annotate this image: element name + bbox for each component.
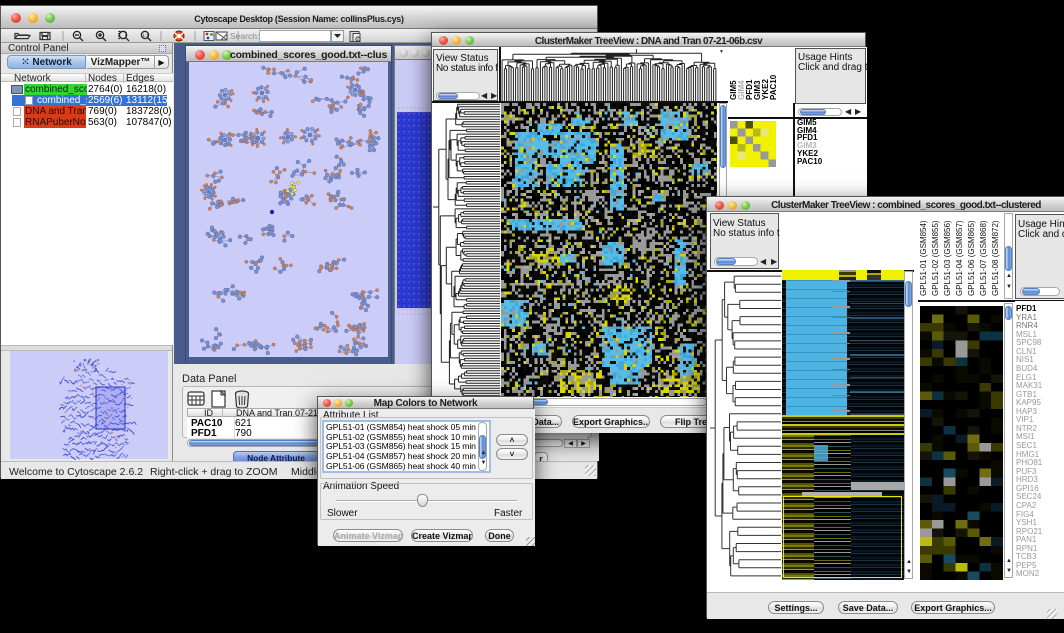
svg-text:PAC10: PAC10 xyxy=(769,74,778,100)
svg-text:GPL51-01 (GSM854): GPL51-01 (GSM854) xyxy=(919,220,928,296)
svg-text:Search:: Search: xyxy=(230,31,259,41)
svg-text:GPL51-07 (GSM868): GPL51-07 (GSM868) xyxy=(979,220,988,296)
svg-text:1:1: 1:1 xyxy=(143,33,150,38)
svg-text:GPL51-02 (GSM855): GPL51-02 (GSM855) xyxy=(931,220,940,296)
svg-text:GPL51-03 (GSM856): GPL51-03 (GSM856) xyxy=(943,220,952,296)
svg-text:GPL51-06 (GSM865): GPL51-06 (GSM865) xyxy=(967,220,976,296)
svg-text:GPL51-04 (GSM857): GPL51-04 (GSM857) xyxy=(955,220,964,296)
svg-text:GPL51-08 (GSM872): GPL51-08 (GSM872) xyxy=(991,220,1000,296)
